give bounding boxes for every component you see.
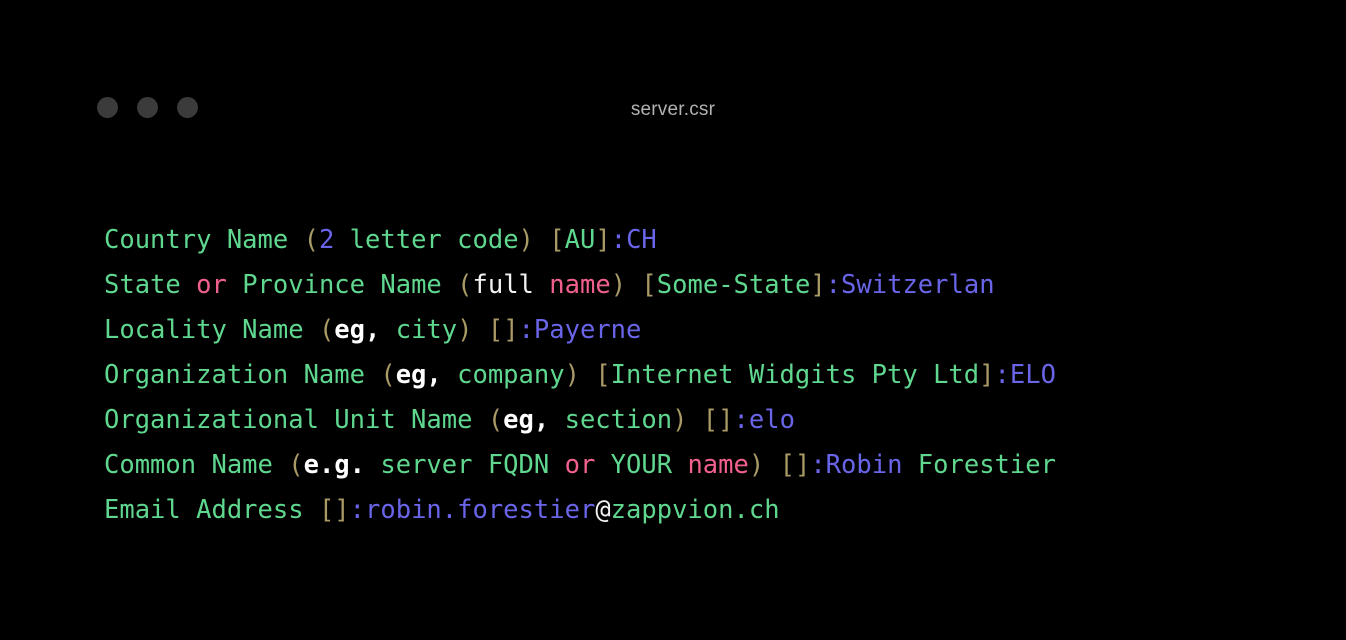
- token: Organizational Unit Name: [104, 405, 488, 435]
- token: name: [549, 270, 611, 300]
- token: robin.forestier: [365, 495, 596, 525]
- token: ]: [979, 360, 995, 390]
- token: name: [687, 450, 749, 480]
- token: ): [748, 450, 765, 480]
- token: elo: [748, 405, 795, 435]
- terminal-line-common-name: Common Name (e.g. server FQDN or YOUR na…: [104, 443, 1284, 488]
- token: [: [595, 360, 611, 390]
- terminal-line-country-name: Country Name (2 letter code) [AU]:CH: [104, 218, 1284, 263]
- token: Payerne: [533, 315, 642, 345]
- token: Some-State: [656, 270, 811, 300]
- token: Internet Widgits Pty Ltd: [610, 360, 980, 390]
- terminal-line-state-or-province-name: State or Province Name (full name) [Some…: [104, 263, 1284, 308]
- token: (: [318, 315, 335, 345]
- token: Locality Name: [104, 315, 319, 345]
- token: server FQDN: [365, 450, 565, 480]
- token: :: [810, 450, 826, 480]
- token: (: [487, 405, 504, 435]
- terminal-line-organizational-unit-name: Organizational Unit Name (eg, section) […: [104, 398, 1284, 443]
- token: :: [610, 225, 627, 255]
- token: :: [349, 495, 366, 525]
- token: ELO: [1009, 360, 1056, 390]
- token: []: [702, 405, 734, 435]
- token: :: [518, 315, 534, 345]
- token: [: [549, 225, 565, 255]
- token: 2: [318, 225, 335, 255]
- token: Robin: [825, 450, 903, 480]
- token: []: [779, 450, 811, 480]
- token: eg,: [334, 315, 381, 345]
- token: city: [380, 315, 458, 345]
- token: Province Name: [226, 270, 458, 300]
- token: :: [994, 360, 1010, 390]
- token: ): [457, 315, 473, 345]
- token: ): [518, 225, 534, 255]
- token: ): [672, 405, 688, 435]
- token: (: [457, 270, 473, 300]
- token: zappvion.ch: [610, 495, 780, 525]
- terminal-line-email-address: Email Address []:robin.forestier@zappvio…: [104, 488, 1284, 533]
- window-titlebar[interactable]: server.csr: [0, 0, 1346, 190]
- token: eg,: [395, 360, 442, 390]
- token: Organization Name: [104, 360, 381, 390]
- token: letter code: [334, 225, 519, 255]
- token: [: [641, 270, 657, 300]
- token: full: [472, 270, 534, 300]
- window-title: server.csr: [630, 99, 716, 120]
- token: (: [380, 360, 396, 390]
- token: :: [825, 270, 842, 300]
- token: YOUR: [595, 450, 688, 480]
- token: ]: [810, 270, 826, 300]
- terminal-output: Country Name (2 letter code) [AU]:CH Stat…: [104, 218, 1284, 533]
- token: ): [564, 360, 580, 390]
- token: Switzerlan: [841, 270, 995, 300]
- token: section: [549, 405, 673, 435]
- token: @: [595, 495, 611, 525]
- token: Forestier: [902, 450, 1056, 480]
- token: e.g.: [303, 450, 366, 480]
- token: CH: [626, 225, 657, 255]
- token: or: [196, 270, 227, 300]
- token: Common Name: [104, 450, 289, 480]
- token: company: [441, 360, 565, 390]
- token: []: [487, 315, 519, 345]
- token: []: [318, 495, 350, 525]
- token: ): [610, 270, 627, 300]
- token: or: [564, 450, 596, 480]
- token: ]: [595, 225, 611, 255]
- terminal-window: server.csr Country Name (2 letter code) …: [0, 0, 1346, 640]
- token: (: [303, 225, 319, 255]
- token: Country Name: [104, 225, 304, 255]
- terminal-line-organization-name: Organization Name (eg, company) [Interne…: [104, 353, 1284, 398]
- token: AU: [564, 225, 596, 255]
- token: Email Address: [104, 495, 319, 525]
- token: eg,: [503, 405, 550, 435]
- token: State: [104, 270, 197, 300]
- token: :: [733, 405, 749, 435]
- terminal-line-locality-name: Locality Name (eg, city) []:Payerne: [104, 308, 1284, 353]
- token: (: [288, 450, 304, 480]
